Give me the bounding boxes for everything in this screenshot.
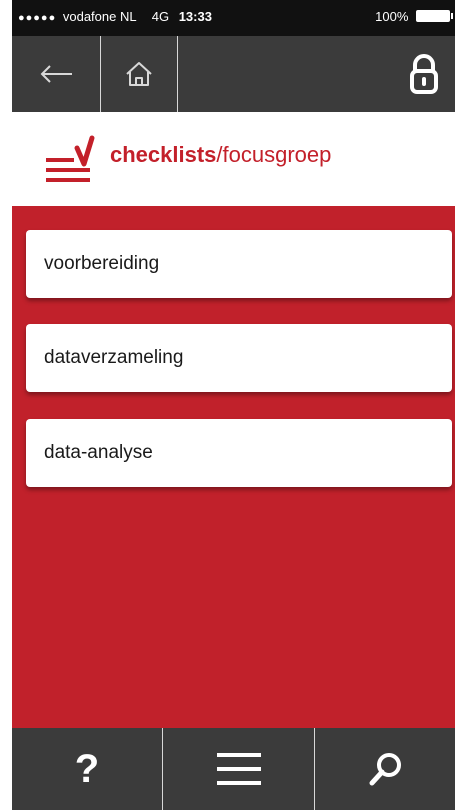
home-icon (126, 62, 152, 86)
home-button[interactable] (101, 36, 177, 112)
back-button[interactable] (12, 36, 100, 112)
list-item-label: data-analyse (44, 442, 153, 463)
lock-button[interactable] (392, 36, 455, 112)
nav-divider (177, 36, 178, 112)
page-title-bold: checklists (110, 142, 217, 167)
list-item-label: voorbereiding (44, 253, 160, 274)
list-item[interactable]: voorbereiding (26, 230, 452, 298)
status-time: 13:33 (178, 9, 212, 24)
status-left: ●●●●● vodafone NL 4G 13:33 (18, 9, 212, 24)
search-icon (369, 753, 401, 786)
page-title: checklists/focusgroep (110, 142, 331, 168)
page-header: checklists/focusgroep (12, 112, 455, 206)
carrier-name: vodafone NL (62, 9, 137, 24)
status-bar: ●●●●● vodafone NL 4G 13:33 100% (12, 0, 455, 36)
bottom-tabbar: ? (12, 728, 455, 810)
list-item[interactable]: dataverzameling (26, 324, 452, 392)
menu-button[interactable] (163, 728, 314, 810)
battery-icon (416, 10, 453, 22)
network-type: 4G (151, 9, 170, 24)
top-navbar (12, 36, 455, 112)
page-title-sub: /focusgroep (216, 142, 332, 167)
status-right: 100% (375, 9, 453, 24)
list-item[interactable]: data-analyse (26, 419, 452, 487)
help-button[interactable]: ? (12, 728, 162, 810)
help-icon: ? (74, 746, 100, 791)
hamburger-menu-icon (216, 753, 261, 785)
battery-percent: 100% (375, 9, 409, 24)
list-item-label: dataverzameling (44, 347, 184, 368)
padlock-icon (410, 54, 438, 94)
arrow-left-icon (40, 65, 72, 83)
signal-strength: ●●●●● (18, 12, 57, 24)
app-screen: ●●●●● vodafone NL 4G 13:33 100% checklis… (12, 0, 455, 810)
checklist-logo-icon (46, 135, 95, 182)
search-button[interactable] (315, 728, 455, 810)
checklist-list: voorbereiding dataverzameling data-analy… (12, 206, 455, 728)
